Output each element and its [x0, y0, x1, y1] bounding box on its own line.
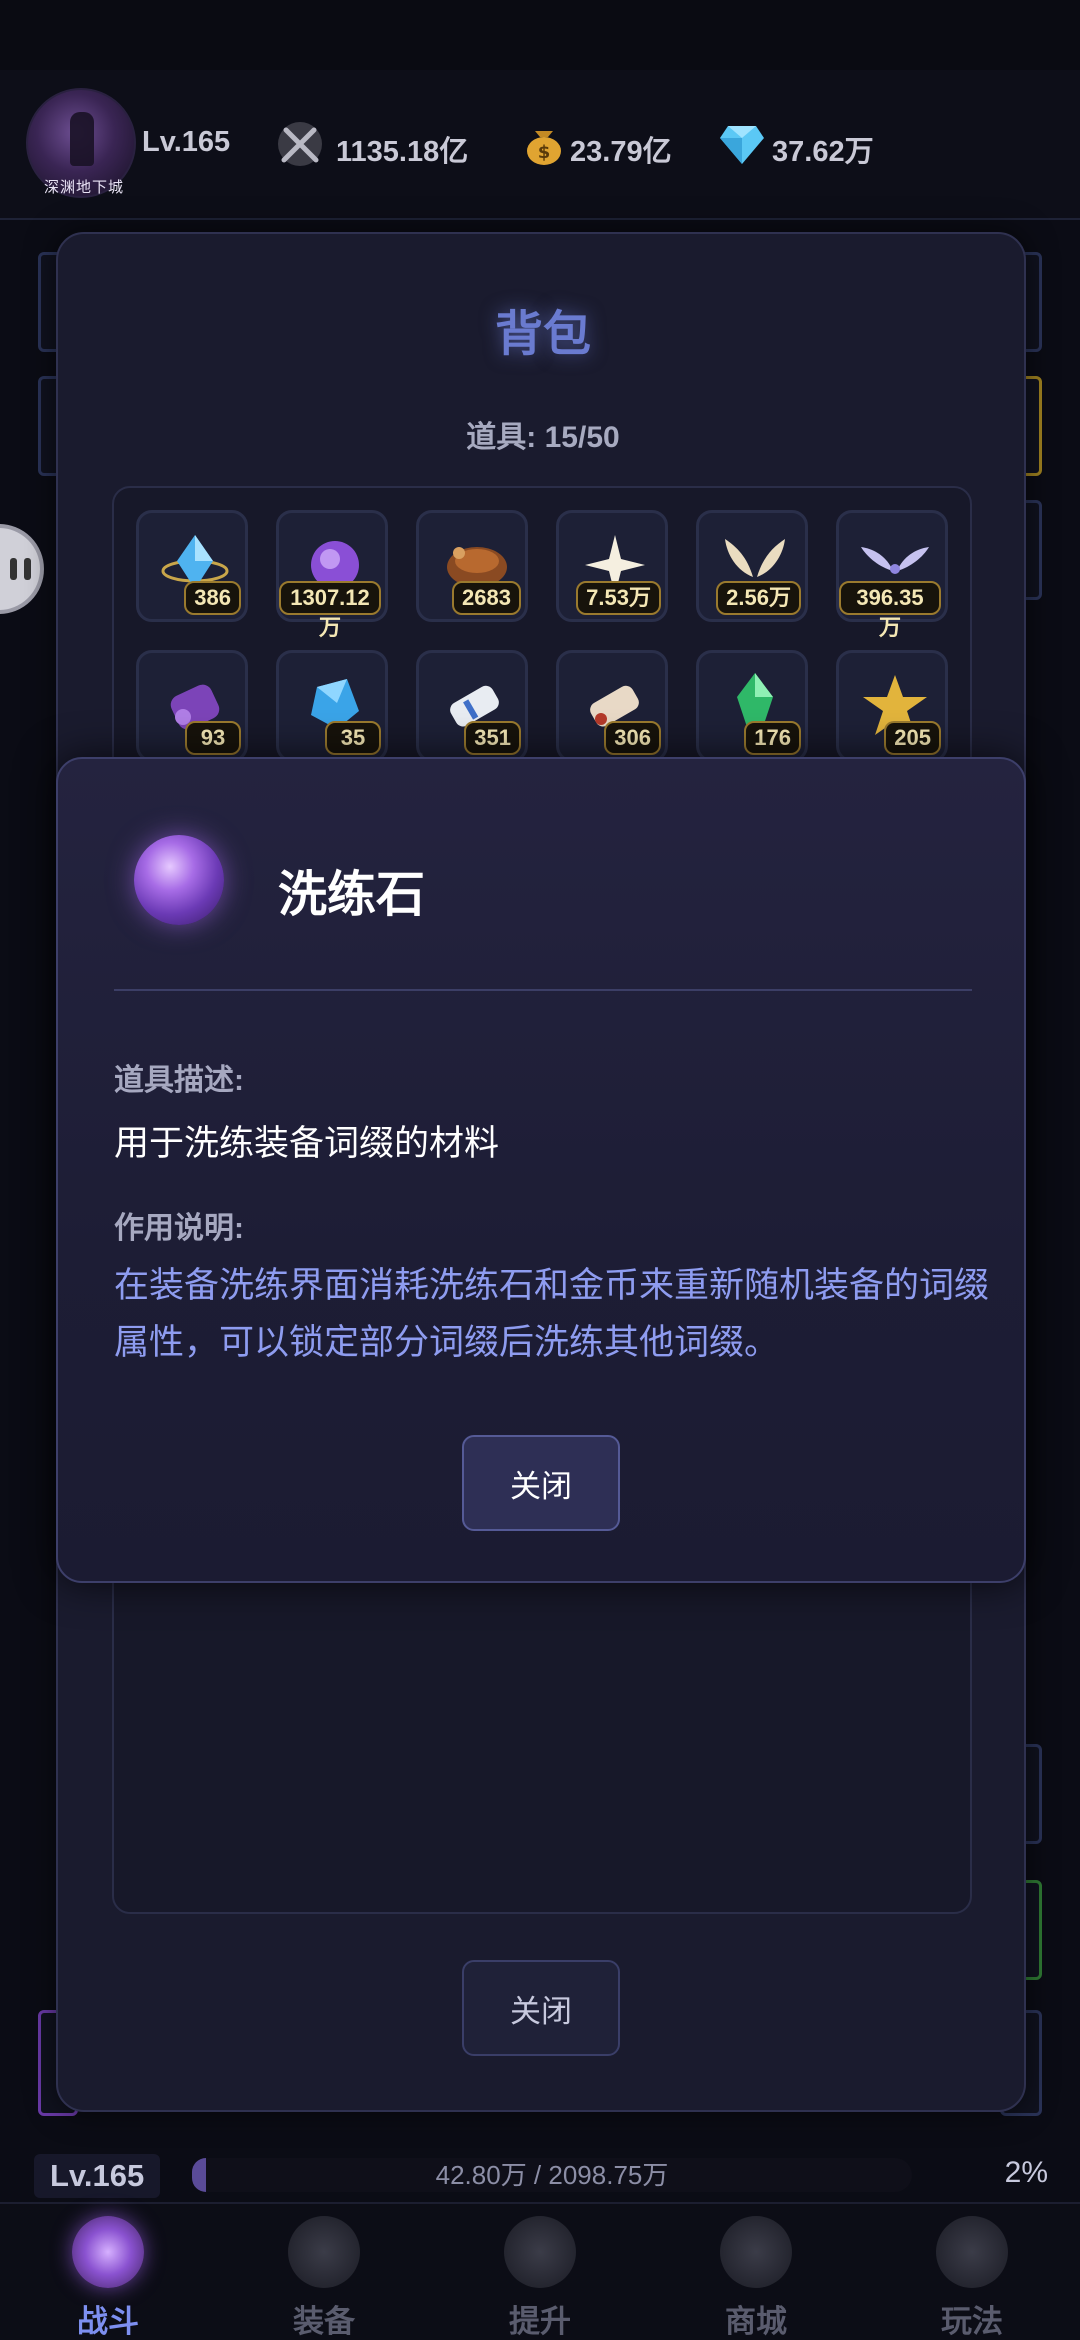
item-detail-modal: 洗练石 道具描述: 用于洗练装备词缀的材料 作用说明: 在装备洗练界面消耗洗练石… [56, 757, 1026, 1583]
item-slot-silver-wings[interactable]: 396.35万 [836, 510, 948, 640]
nav-upgrade[interactable]: 提升 [432, 2204, 648, 2340]
combat-power-value: 1135.18亿 [336, 136, 469, 168]
item-slot-star-shard[interactable]: 7.53万 [556, 510, 668, 622]
avatar[interactable]: 深渊地下城 [26, 88, 136, 198]
description-text: 用于洗练装备词缀的材料 [114, 1124, 500, 1163]
item-count-badge: 35 [325, 721, 381, 755]
nav-label: 战斗 [77, 2304, 139, 2339]
shop-emblem-icon [720, 2216, 792, 2288]
nav-equipment[interactable]: 装备 [216, 2204, 432, 2340]
item-slot-golden-wings[interactable]: 2.56万 [696, 510, 808, 622]
bottom-nav: 战斗 装备 提升 商城 玩法 [0, 2202, 1080, 2340]
item-slot-crystal-orb[interactable]: 386 [136, 510, 248, 622]
equipment-emblem-icon [288, 2216, 360, 2288]
nav-battle[interactable]: 战斗 [0, 2204, 216, 2340]
exp-percent: 2% [1004, 2156, 1048, 2189]
item-count-badge: 396.35万 [839, 581, 941, 640]
nav-shop[interactable]: 商城 [648, 2204, 864, 2340]
status-bar-area [0, 0, 1080, 70]
detail-close-button[interactable]: 关闭 [462, 1435, 620, 1531]
gameplay-emblem-icon [936, 2216, 1008, 2288]
backpack-title: 背包 [494, 308, 591, 361]
nav-label: 装备 [293, 2304, 355, 2339]
item-count-badge: 93 [185, 721, 241, 755]
battle-emblem-icon [72, 2216, 144, 2288]
exp-level: Lv.165 [34, 2154, 161, 2198]
effect-text: 在装备洗练界面消耗洗练石和金币来重新随机装备的词缀属性，可以锁定部分词缀后洗练其… [114, 1266, 990, 1362]
top-header: 深渊地下城 Lv.165 1135.18亿 $ 23.79亿 37.62万 [0, 70, 1080, 220]
description-label: 道具描述: [114, 1064, 244, 1097]
exp-progress-bar: 42.80万 / 2098.75万 [192, 2158, 912, 2192]
item-count-badge: 205 [884, 721, 941, 755]
gold-bag-icon: $ [518, 118, 570, 170]
gold-value: 23.79亿 [570, 136, 672, 168]
exp-bar-row: Lv.165 42.80万 / 2098.75万 2% [0, 2146, 1080, 2202]
item-slot-green-gem[interactable]: 176 [696, 650, 808, 762]
diamond-icon [716, 118, 768, 170]
item-count-badge: 7.53万 [576, 581, 661, 615]
item-slot-white-scroll[interactable]: 351 [416, 650, 528, 762]
effect-label: 作用说明: [114, 1212, 244, 1245]
item-name: 洗练石 [278, 868, 426, 922]
item-count-badge: 386 [184, 581, 241, 615]
backpack-close-button[interactable]: 关闭 [462, 1960, 620, 2056]
item-count-badge: 1307.12万 [279, 581, 381, 640]
nav-gameplay[interactable]: 玩法 [864, 2204, 1080, 2340]
item-slot-treasure-chest[interactable]: 2683 [416, 510, 528, 622]
item-slot-blue-crystal[interactable]: 35 [276, 650, 388, 762]
nav-label: 提升 [509, 2304, 571, 2339]
item-count-badge: 351 [464, 721, 521, 755]
upgrade-emblem-icon [504, 2216, 576, 2288]
diamond-value: 37.62万 [772, 136, 874, 168]
item-slot-purple-scroll[interactable]: 93 [136, 650, 248, 762]
avatar-figure [70, 112, 94, 166]
item-count: 道具: 15/50 [466, 421, 620, 454]
item-count-badge: 2.56万 [716, 581, 801, 615]
combat-power-icon [274, 118, 326, 170]
nav-label: 商城 [725, 2304, 787, 2339]
divider [114, 989, 972, 991]
item-slot-refine-stone[interactable]: 1307.12万 [276, 510, 388, 640]
avatar-caption: 深渊地下城 [43, 178, 124, 196]
svg-text:$: $ [538, 142, 551, 163]
exp-text: 42.80万 / 2098.75万 [435, 2160, 669, 2190]
player-level: Lv.165 [142, 126, 231, 158]
nav-label: 玩法 [941, 2304, 1003, 2339]
refine-stone-icon [134, 835, 224, 925]
item-slot-gold-star[interactable]: 205 [836, 650, 948, 762]
item-count-badge: 176 [744, 721, 801, 755]
item-count-badge: 2683 [452, 581, 521, 615]
item-slot-red-scroll[interactable]: 306 [556, 650, 668, 762]
item-count-badge: 306 [604, 721, 661, 755]
floating-menu-button[interactable] [0, 524, 44, 614]
